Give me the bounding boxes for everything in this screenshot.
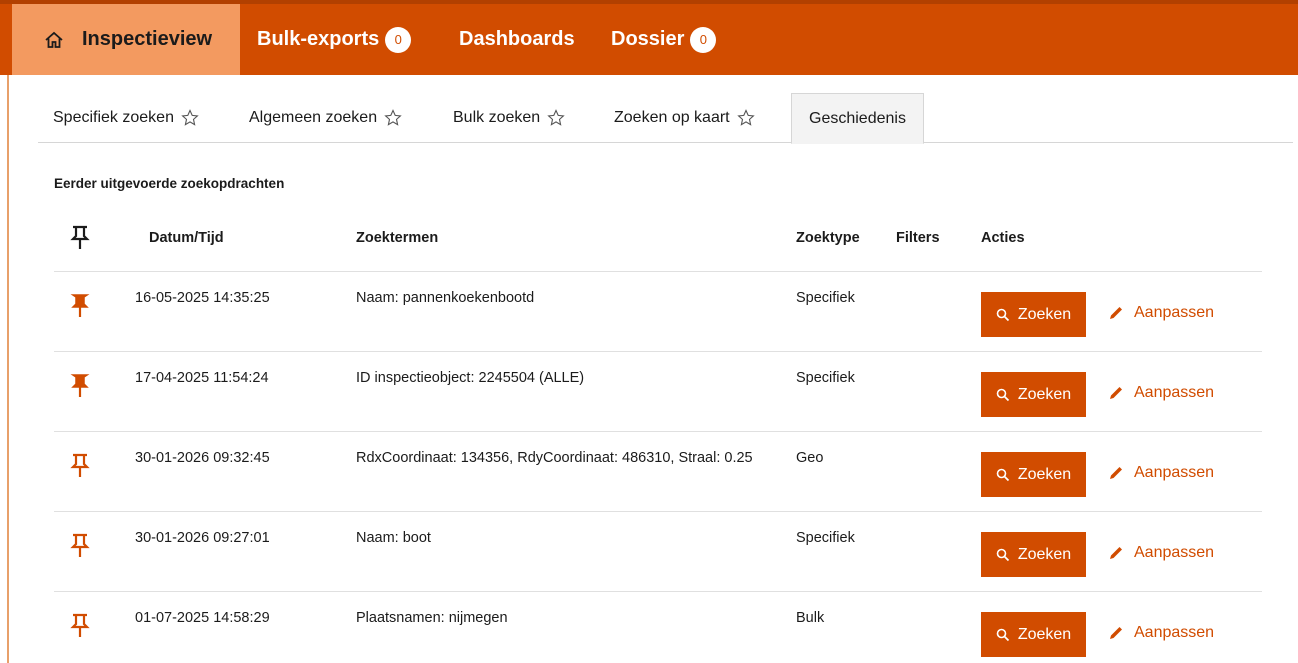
search-icon [996,628,1009,641]
tab-label: Zoeken op kaart [614,109,730,126]
tab-specifiek-zoeken[interactable]: Specifiek zoeken [53,93,200,143]
column-header-datetime: Datum/Tijd [149,230,224,246]
search-icon [996,548,1009,561]
tab-algemeen-zoeken[interactable]: Algemeen zoeken [249,93,403,143]
search-icon [996,468,1009,481]
search-icon [996,388,1009,401]
row-datetime: 01-07-2025 14:58:29 [135,610,270,626]
search-button-label: Zoeken [1017,465,1072,483]
column-header-filters: Filters [896,230,940,246]
row-search-terms: ID inspectieobject: 2245504 (ALLE) [356,370,585,386]
edit-link-label: Aanpassen [1134,544,1215,561]
pin-filled-icon[interactable] [68,372,92,398]
row-search-type: Specifiek [796,290,855,306]
star-icon[interactable] [180,108,200,128]
edit-link-label: Aanpassen [1134,384,1215,401]
nav-item-dossier[interactable]: Dossier 0 [611,4,717,75]
row-search-type: Geo [796,450,824,466]
search-button[interactable]: Zoeken [981,612,1086,657]
dossier-count-badge: 0 [690,26,717,53]
table-header: Datum/Tijd Zoektermen Zoektype Filters A… [54,206,1262,272]
pin-outline-icon[interactable] [68,532,92,558]
search-button[interactable]: Zoeken [981,452,1086,497]
search-tabs: Specifiek zoeken Algemeen zoeken Bulk zo… [38,93,1293,144]
edit-link[interactable]: Aanpassen [1108,304,1214,322]
table-row: 30-01-2026 09:32:45 RdxCoordinaat: 13435… [54,432,1262,512]
row-search-type: Specifiek [796,370,855,386]
home-icon [45,31,63,48]
pin-outline-icon[interactable] [68,452,92,478]
bulk-exports-count-badge: 0 [385,26,412,53]
tab-bulk-zoeken[interactable]: Bulk zoeken [453,93,566,143]
table-row: 30-01-2026 09:27:01 Naam: boot Specifiek… [54,512,1262,592]
row-search-type: Bulk [796,610,825,626]
search-icon [996,308,1009,321]
row-search-terms: Plaatsnamen: nijmegen [356,610,508,626]
search-button[interactable]: Zoeken [981,292,1086,337]
nav-item-label: Bulk-exports [257,28,380,50]
tab-label: Algemeen zoeken [249,109,378,126]
edit-link-label: Aanpassen [1134,624,1215,641]
table-row: 16-05-2025 14:35:25 Naam: pannenkoekenbo… [54,272,1262,352]
pencil-icon [1110,307,1122,319]
pin-icon [70,225,90,249]
tab-label: Bulk zoeken [453,109,541,126]
nav-item-label: Dossier [611,28,685,50]
edit-link[interactable]: Aanpassen [1108,544,1214,562]
edit-link[interactable]: Aanpassen [1108,624,1214,642]
edit-link-label: Aanpassen [1134,304,1215,321]
tab-geschiedenis[interactable]: Geschiedenis [791,93,924,144]
nav-item-label: Inspectieview [82,28,213,50]
table-row: 01-07-2025 14:58:29 Plaatsnamen: nijmege… [54,592,1262,663]
top-nav-bar: Inspectieview Bulk-exports 0 Dashboards … [0,0,1298,75]
row-search-terms: Naam: pannenkoekenbootd [356,290,535,306]
section-title: Eerder uitgevoerde zoekopdrachten [54,176,285,191]
tab-zoeken-op-kaart[interactable]: Zoeken op kaart [614,93,756,143]
table-row: 17-04-2025 11:54:24 ID inspectieobject: … [54,352,1262,432]
nav-item-label: Dashboards [459,28,575,50]
pencil-icon [1110,387,1122,399]
row-datetime: 16-05-2025 14:35:25 [135,290,270,306]
nav-item-inspectieview[interactable]: Inspectieview [12,4,240,75]
search-button[interactable]: Zoeken [981,372,1086,417]
nav-item-dashboards[interactable]: Dashboards [459,4,575,75]
column-header-type: Zoektype [796,230,860,246]
search-button-label: Zoeken [1017,545,1072,563]
tab-label: Geschiedenis [809,109,906,127]
edit-link[interactable]: Aanpassen [1108,464,1214,482]
search-button[interactable]: Zoeken [981,532,1086,577]
search-history-table: Datum/Tijd Zoektermen Zoektype Filters A… [54,206,1262,663]
nav-item-bulk-exports[interactable]: Bulk-exports 0 [257,4,412,75]
column-header-terms: Zoektermen [356,230,439,246]
pin-filled-icon[interactable] [68,292,92,318]
edit-link-label: Aanpassen [1134,464,1215,481]
row-search-type: Specifiek [796,530,855,546]
star-icon[interactable] [736,108,756,128]
tab-label: Specifiek zoeken [53,109,174,126]
edit-link[interactable]: Aanpassen [1108,384,1214,402]
column-header-actions: Acties [981,230,1025,246]
star-icon[interactable] [383,108,403,128]
search-button-label: Zoeken [1017,385,1072,403]
row-search-terms: Naam: boot [356,530,431,546]
pencil-icon [1110,627,1122,639]
search-button-label: Zoeken [1017,305,1072,323]
pencil-icon [1110,467,1122,479]
pin-outline-icon[interactable] [68,612,92,638]
row-datetime: 30-01-2026 09:27:01 [135,530,270,546]
row-datetime: 30-01-2026 09:32:45 [135,450,270,466]
row-datetime: 17-04-2025 11:54:24 [135,370,269,386]
search-button-label: Zoeken [1017,625,1072,643]
row-search-terms: RdxCoordinaat: 134356, RdyCoordinaat: 48… [356,450,753,466]
pencil-icon [1110,547,1122,559]
left-accent-line [7,75,9,663]
star-icon[interactable] [546,108,566,128]
